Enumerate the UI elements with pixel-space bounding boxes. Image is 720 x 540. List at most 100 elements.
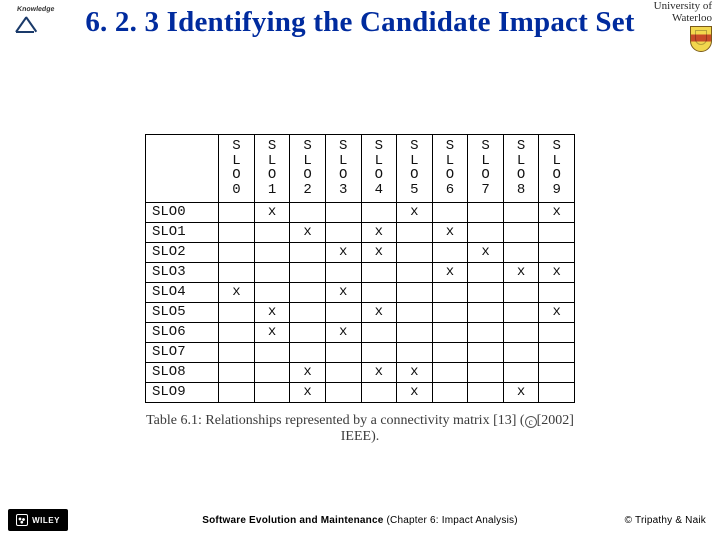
matrix-cell: x bbox=[361, 242, 397, 262]
matrix-cell bbox=[503, 342, 539, 362]
matrix-cell: x bbox=[290, 382, 326, 402]
matrix-cell bbox=[397, 222, 433, 242]
matrix-cell bbox=[290, 342, 326, 362]
matrix-cell: x bbox=[397, 362, 433, 382]
table-row: SLO0 x x x bbox=[146, 202, 575, 222]
matrix-cell: x bbox=[503, 382, 539, 402]
matrix-cell: x bbox=[325, 242, 361, 262]
page-title: 6. 2. 3 Identifying the Candidate Impact… bbox=[10, 4, 710, 39]
matrix-cell bbox=[325, 222, 361, 242]
matrix-cell bbox=[397, 262, 433, 282]
table-row: SLO6xx bbox=[146, 322, 575, 342]
matrix-cell bbox=[468, 322, 504, 342]
matrix-cell: x bbox=[361, 362, 397, 382]
col-header: SLO7 bbox=[468, 135, 504, 203]
matrix-cell bbox=[361, 382, 397, 402]
matrix-cell bbox=[468, 362, 504, 382]
university-prefix: University of bbox=[654, 0, 712, 12]
matrix-cell bbox=[432, 302, 468, 322]
matrix-cell bbox=[539, 362, 575, 382]
matrix-cell bbox=[325, 362, 361, 382]
matrix-cell bbox=[254, 382, 290, 402]
matrix-cell: x bbox=[361, 302, 397, 322]
matrix-cell: x bbox=[468, 242, 504, 262]
row-header: SLO5 bbox=[146, 302, 219, 322]
matrix-cell bbox=[290, 262, 326, 282]
matrix-cell bbox=[219, 382, 255, 402]
matrix-cell bbox=[254, 262, 290, 282]
matrix-cell: x bbox=[397, 382, 433, 402]
footer-book: Software Evolution and Maintenance bbox=[202, 515, 383, 526]
row-header: SLO4 bbox=[146, 282, 219, 302]
matrix-cell: x bbox=[254, 302, 290, 322]
row-header: SLO3 bbox=[146, 262, 219, 282]
matrix-cell bbox=[503, 282, 539, 302]
connectivity-matrix: SLO0SLO1SLO2SLO3SLO4SLO5SLO6SLO7SLO8SLO9… bbox=[145, 134, 575, 403]
matrix-cell bbox=[254, 342, 290, 362]
col-header: SLO0 bbox=[219, 135, 255, 203]
table-corner bbox=[146, 135, 219, 203]
matrix-cell bbox=[290, 282, 326, 302]
matrix-cell: x bbox=[397, 202, 433, 222]
matrix-cell bbox=[361, 322, 397, 342]
caption-open: ( bbox=[520, 413, 525, 428]
matrix-cell: x bbox=[290, 222, 326, 242]
matrix-cell: x bbox=[254, 322, 290, 342]
matrix-cell bbox=[432, 382, 468, 402]
table-caption: Table 6.1: Relationships represented by … bbox=[145, 413, 575, 445]
matrix-cell: x bbox=[539, 202, 575, 222]
matrix-cell: x bbox=[325, 282, 361, 302]
matrix-cell bbox=[432, 322, 468, 342]
matrix-cell bbox=[468, 302, 504, 322]
connectivity-matrix-wrap: SLO0SLO1SLO2SLO3SLO4SLO5SLO6SLO7SLO8SLO9… bbox=[145, 134, 575, 445]
matrix-cell bbox=[219, 362, 255, 382]
triangle-icon bbox=[14, 14, 36, 36]
col-header: SLO1 bbox=[254, 135, 290, 203]
col-header: SLO9 bbox=[539, 135, 575, 203]
matrix-cell bbox=[539, 282, 575, 302]
matrix-cell bbox=[361, 282, 397, 302]
matrix-cell bbox=[219, 342, 255, 362]
matrix-cell bbox=[432, 282, 468, 302]
table-row: SLO5xxx bbox=[146, 302, 575, 322]
matrix-cell bbox=[290, 202, 326, 222]
knowledge-logo: Knowledge bbox=[8, 6, 54, 40]
matrix-cell bbox=[325, 342, 361, 362]
knowledge-logo-label: Knowledge bbox=[16, 6, 54, 13]
matrix-cell: x bbox=[432, 222, 468, 242]
matrix-cell bbox=[254, 282, 290, 302]
col-header: SLO6 bbox=[432, 135, 468, 203]
matrix-cell bbox=[361, 262, 397, 282]
matrix-cell bbox=[219, 222, 255, 242]
matrix-cell bbox=[219, 242, 255, 262]
matrix-cell: x bbox=[361, 222, 397, 242]
matrix-cell bbox=[468, 342, 504, 362]
matrix-cell bbox=[397, 322, 433, 342]
matrix-cell: x bbox=[503, 262, 539, 282]
slide-footer: WILEY Software Evolution and Maintenance… bbox=[0, 506, 720, 534]
col-header: SLO8 bbox=[503, 135, 539, 203]
table-row: SLO2xxx bbox=[146, 242, 575, 262]
matrix-cell bbox=[397, 282, 433, 302]
col-header: SLO2 bbox=[290, 135, 326, 203]
matrix-cell bbox=[361, 342, 397, 362]
matrix-cell bbox=[325, 202, 361, 222]
matrix-cell bbox=[219, 322, 255, 342]
matrix-cell bbox=[219, 302, 255, 322]
footer-chapter: (Chapter 6: Impact Analysis) bbox=[387, 515, 518, 526]
matrix-cell bbox=[503, 222, 539, 242]
matrix-cell bbox=[432, 242, 468, 262]
row-header: SLO8 bbox=[146, 362, 219, 382]
matrix-cell: x bbox=[325, 322, 361, 342]
matrix-cell: x bbox=[254, 202, 290, 222]
table-row: SLO8xxx bbox=[146, 362, 575, 382]
matrix-cell bbox=[468, 282, 504, 302]
row-header: SLO1 bbox=[146, 222, 219, 242]
matrix-cell bbox=[219, 202, 255, 222]
matrix-cell bbox=[254, 362, 290, 382]
table-row: SLO1 x x x bbox=[146, 222, 575, 242]
row-header: SLO0 bbox=[146, 202, 219, 222]
matrix-cell: x bbox=[432, 262, 468, 282]
matrix-cell bbox=[397, 342, 433, 362]
col-header: SLO3 bbox=[325, 135, 361, 203]
